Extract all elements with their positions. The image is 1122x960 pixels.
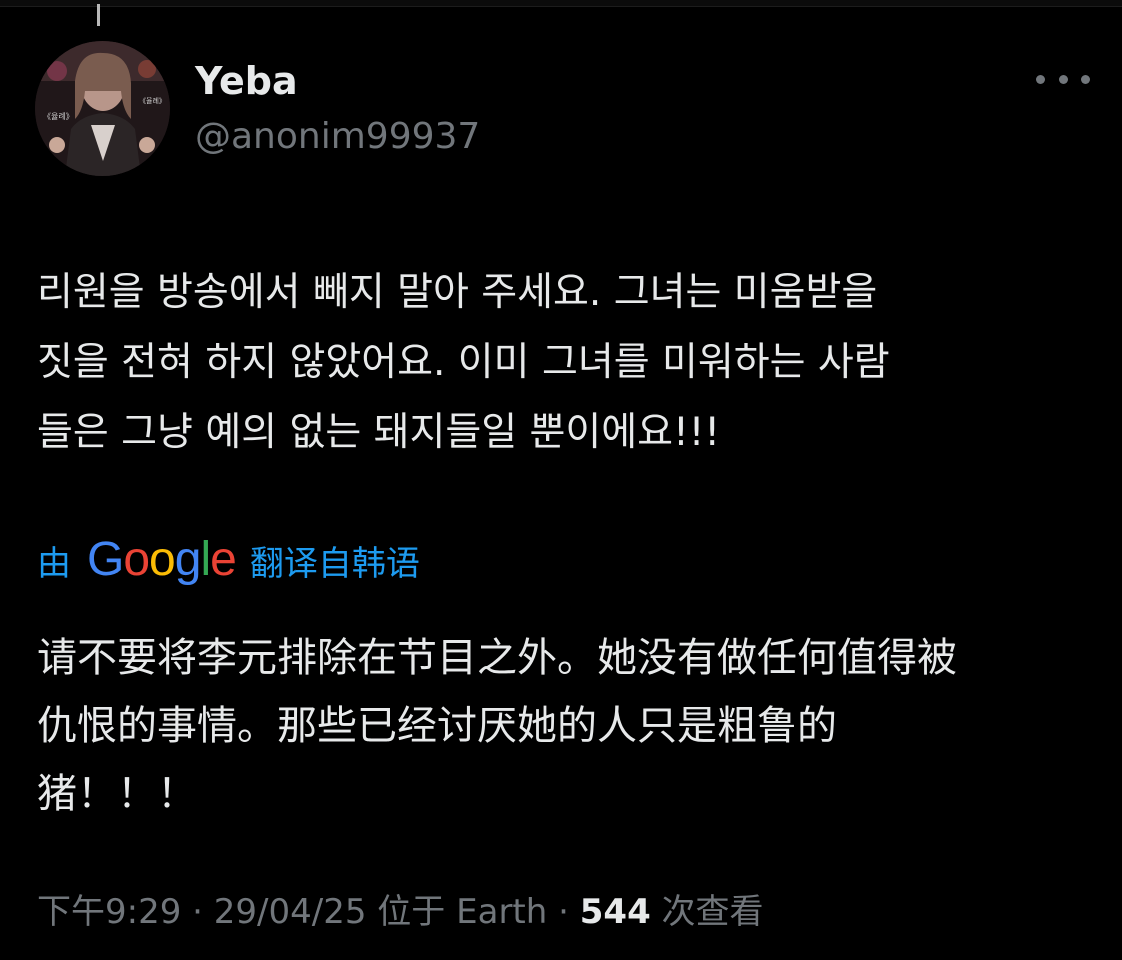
meta-separator: · xyxy=(181,892,214,932)
author-info[interactable]: Yeba @anonim99937 xyxy=(195,57,480,161)
translation-source-language: 翻译自韩语 xyxy=(249,543,420,584)
more-dot-icon xyxy=(1058,74,1068,84)
translation-prefix: 由 xyxy=(37,543,71,584)
top-edge-mark xyxy=(97,4,100,26)
svg-text:《율례》: 《율례》 xyxy=(43,111,74,121)
tweet-text: 리원을 방송에서 빼지 말아 주세요. 그녀는 미움받을 짓을 전혀 하지 않았… xyxy=(37,270,890,455)
location-prefix: 位于 xyxy=(366,892,457,932)
google-logo-letter: o xyxy=(149,533,176,586)
views-label: 次查看 xyxy=(650,892,764,932)
google-logo-letter: G xyxy=(87,533,124,586)
more-dot-icon xyxy=(1036,74,1045,84)
display-name[interactable]: Yeba xyxy=(195,57,480,105)
profile-photo-icon: 《율례》 《율례》 xyxy=(35,41,170,176)
more-dot-icon xyxy=(1081,74,1090,84)
user-handle[interactable]: @anonim99937 xyxy=(195,113,480,161)
google-logo-letter: g xyxy=(174,533,202,586)
avatar[interactable]: 《율례》 《율례》 xyxy=(35,41,170,176)
google-logo-letter: o xyxy=(123,533,150,586)
translated-text: 请不要将李元排除在节目之外。她没有做任何值得被 仇恨的事情。那些已经讨厌她的人只… xyxy=(37,635,957,817)
translation-attribution[interactable]: 由 Google 翻译自韩语 xyxy=(37,530,420,590)
svg-text:《율례》: 《율례》 xyxy=(139,96,166,105)
tweet-metadata: 下午9:29 · 29/04/25 位于 Earth · 544 次查看 xyxy=(37,884,764,940)
tweet-date[interactable]: 29/04/25 xyxy=(214,892,367,932)
google-logo-letter: l xyxy=(200,533,211,586)
google-logo-letter: e xyxy=(210,533,237,586)
views-count[interactable]: 544 xyxy=(580,892,651,932)
tweet-time[interactable]: 下午9:29 xyxy=(37,892,181,932)
top-separator xyxy=(0,0,1122,26)
more-options-button[interactable] xyxy=(1036,64,1090,94)
meta-separator: · xyxy=(547,892,580,932)
tweet-location: Earth xyxy=(456,892,548,932)
google-logo: Google xyxy=(87,530,237,590)
